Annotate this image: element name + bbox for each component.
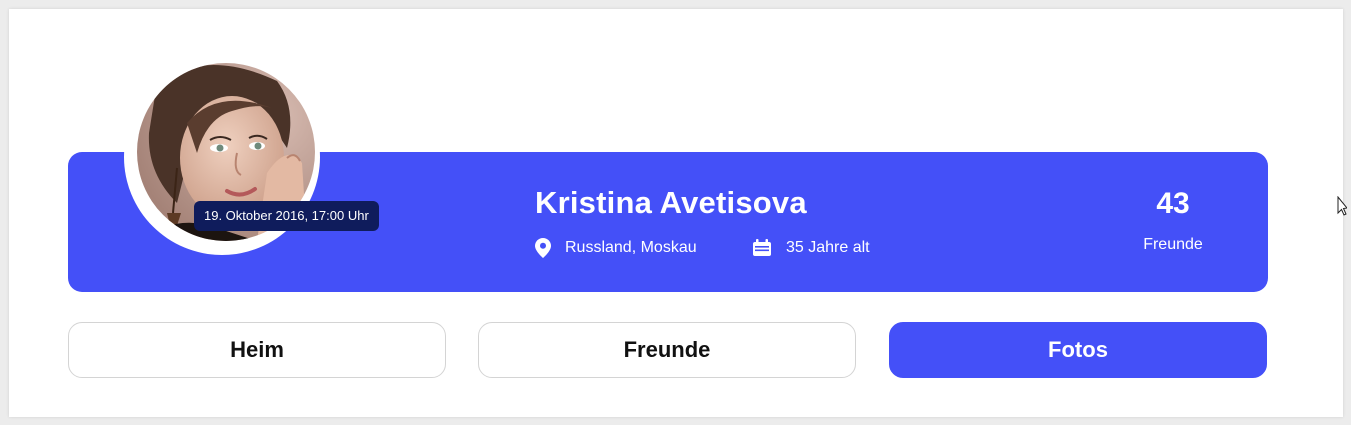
profile-age: 35 Jahre alt — [752, 238, 870, 258]
calendar-icon — [752, 239, 772, 257]
profile-location: Russland, Moskau — [535, 238, 697, 258]
friends-count: 43 — [1156, 187, 1190, 220]
map-pin-icon — [535, 238, 551, 258]
profile-name: Kristina Avetisova — [535, 185, 807, 220]
mouse-cursor-icon — [1337, 195, 1348, 221]
tab-photos[interactable]: Fotos — [889, 322, 1267, 378]
friends-stat[interactable]: 43 Freunde — [1118, 186, 1228, 254]
tab-friends[interactable]: Freunde — [478, 322, 856, 378]
tab-home[interactable]: Heim — [68, 322, 446, 378]
avatar-date-tooltip: 19. Oktober 2016, 17:00 Uhr — [194, 201, 379, 231]
friends-count-label: Freunde — [1143, 236, 1203, 253]
profile-age-text: 35 Jahre alt — [786, 239, 870, 256]
profile-location-text: Russland, Moskau — [565, 239, 697, 256]
